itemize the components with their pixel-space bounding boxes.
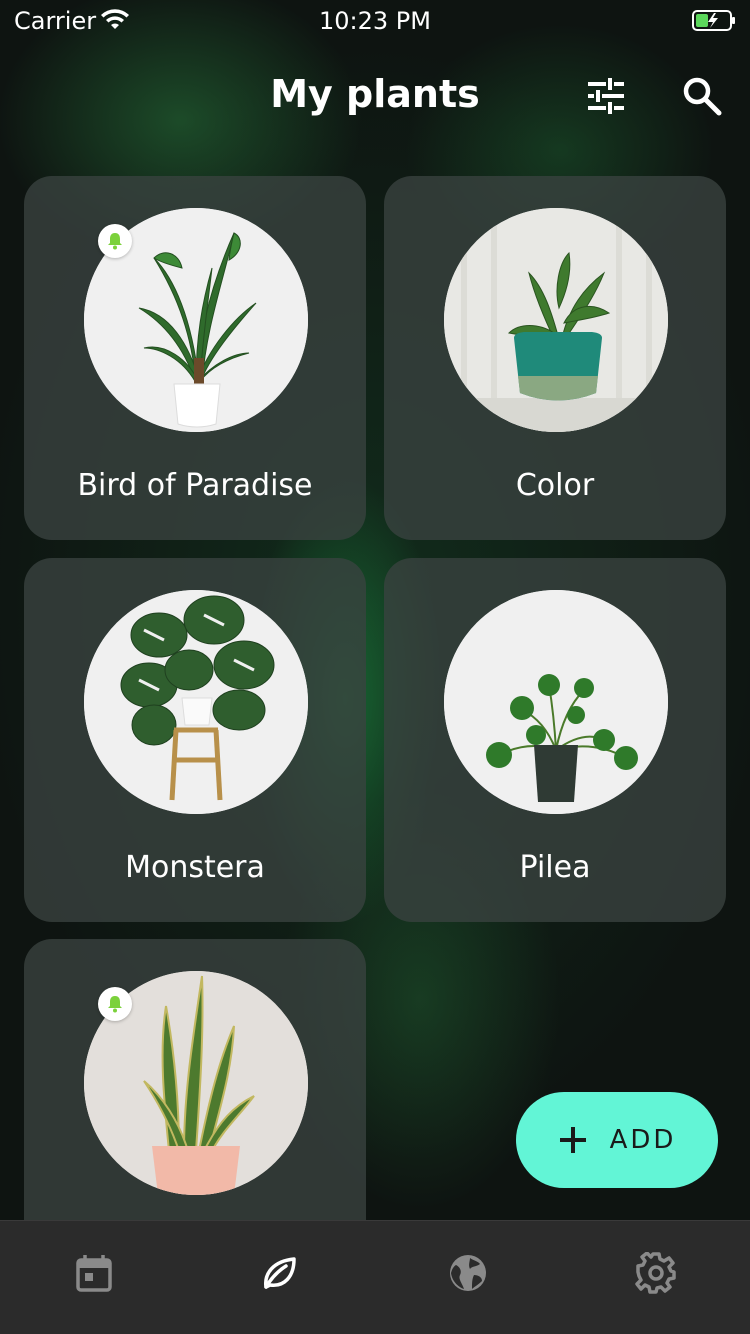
calendar-icon (76, 1255, 112, 1292)
tab-explore[interactable] (446, 1251, 490, 1295)
plant-card[interactable]: Color (384, 176, 726, 540)
plant-name: Monstera (125, 850, 265, 885)
globe-icon (450, 1255, 486, 1291)
filter-button[interactable] (584, 74, 628, 118)
clock: 10:23 PM (319, 7, 431, 35)
tab-calendar[interactable] (72, 1251, 116, 1295)
add-button-label: ADD (609, 1125, 677, 1155)
reminder-bell-icon (98, 224, 132, 258)
battery-icon (692, 9, 736, 31)
plus-icon (559, 1127, 586, 1153)
add-plant-button[interactable]: ADD (516, 1092, 718, 1188)
plant-photo (84, 590, 308, 814)
sliders-icon (588, 78, 624, 114)
tab-plants[interactable] (258, 1251, 302, 1295)
leaf-icon (264, 1257, 296, 1289)
plant-name: Color (515, 468, 595, 503)
gear-icon (635, 1252, 676, 1294)
status-bar: Carrier 10:23 PM (0, 0, 750, 40)
reminder-bell-icon (98, 987, 132, 1021)
plant-name: Pilea (519, 850, 591, 885)
plant-card[interactable]: Bird of Paradise (24, 176, 366, 540)
tab-bar (0, 1220, 750, 1334)
plant-name: Bird of Paradise (77, 468, 313, 503)
tab-settings[interactable] (634, 1251, 678, 1295)
plant-card[interactable]: Pilea (384, 558, 726, 922)
plant-card[interactable]: Monstera (24, 558, 366, 922)
plant-photo (444, 208, 668, 432)
search-button[interactable] (680, 74, 724, 118)
plant-photo (444, 590, 668, 814)
page-title: My plants (270, 72, 480, 116)
search-icon (683, 77, 722, 116)
